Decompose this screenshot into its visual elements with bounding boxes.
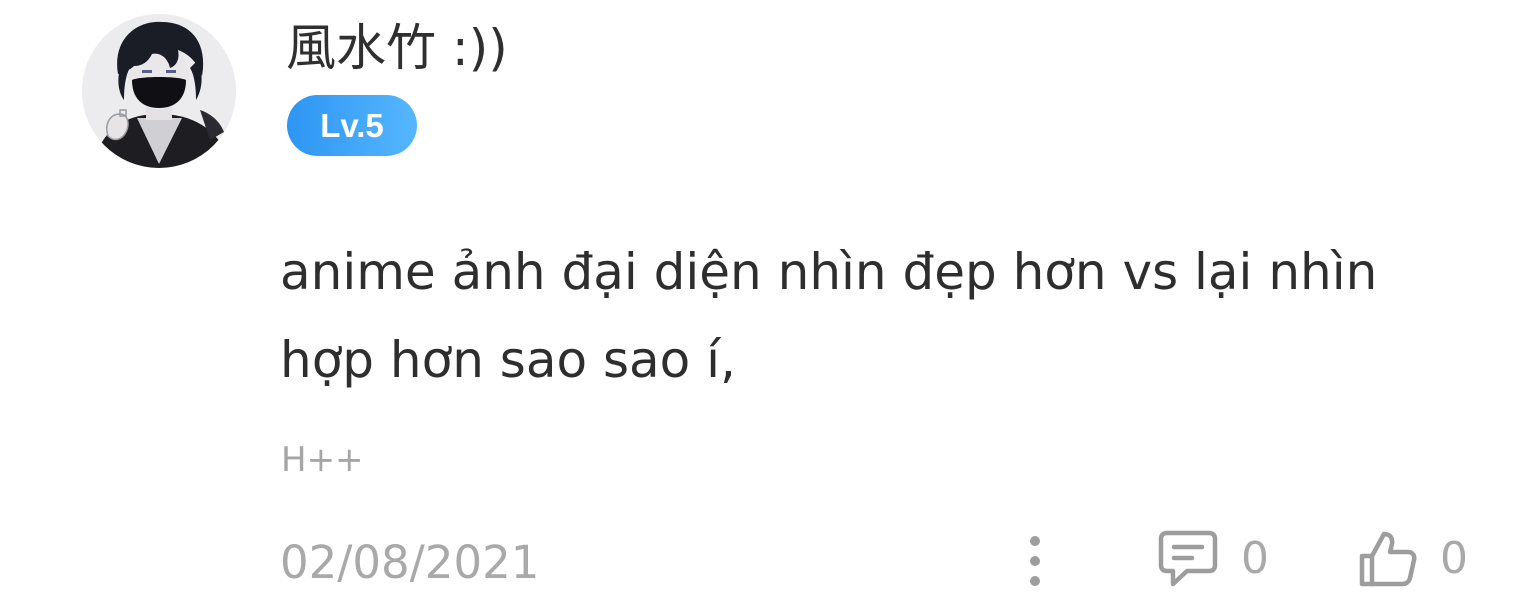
comment-sub-text: H++ <box>281 440 364 480</box>
reply-count: 0 <box>1241 533 1269 584</box>
more-options-button[interactable] <box>1010 530 1060 592</box>
level-badge: Lv.5 <box>287 95 417 156</box>
thumbs-up-icon <box>1356 528 1418 590</box>
comment-text: anime ảnh đại diện nhìn đẹp hơn vs lại n… <box>280 243 1378 389</box>
avatar[interactable] <box>82 14 236 168</box>
avatar-image <box>82 14 236 168</box>
vertical-dots-icon <box>1010 530 1060 592</box>
like-button[interactable]: 0 <box>1356 526 1468 592</box>
comment-date: 02/08/2021 <box>280 536 540 589</box>
like-count: 0 <box>1440 533 1468 584</box>
comment-bubble-icon <box>1157 529 1219 589</box>
username[interactable]: 風水竹 :)) <box>286 16 508 80</box>
comment-card: 風水竹 :)) Lv.5 anime ảnh đại diện nhìn đẹp… <box>0 0 1532 600</box>
reply-button[interactable]: 0 <box>1157 526 1269 592</box>
